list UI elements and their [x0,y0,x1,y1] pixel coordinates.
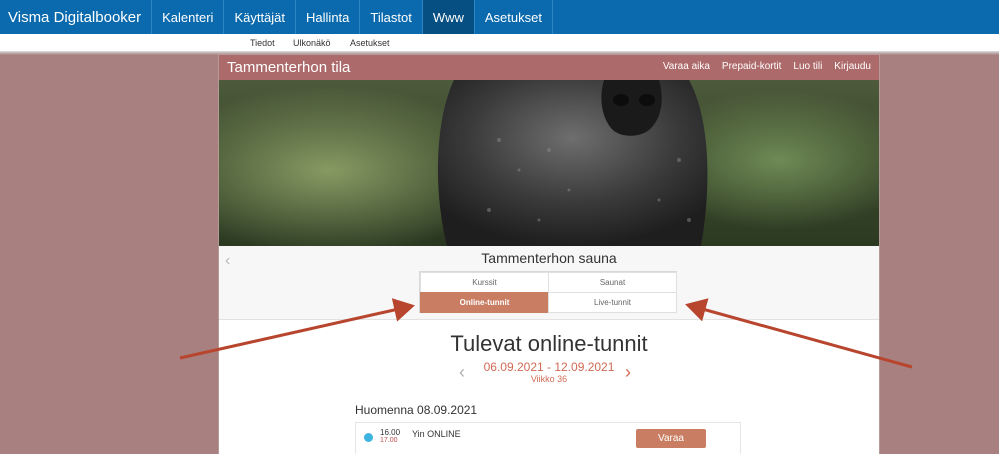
week-date-range: 06.09.2021 - 12.09.2021 [483,360,615,374]
site-preview-frame: Tammenterhon tila Varaa aika Prepaid-kor… [219,55,879,454]
online-dot-icon [364,433,373,442]
slot-end-time: 17.00 [380,437,398,444]
site-links: Varaa aika Prepaid-kortit Luo tili Kirja… [663,61,871,72]
nav-hallinta[interactable]: Hallinta [296,0,361,34]
venue-header: ‹ Tammenterhon sauna Kurssit Saunat Onli… [219,246,879,320]
day-heading: Huomenna 08.09.2021 [355,403,478,417]
nav-kalenteri[interactable]: Kalenteri [152,0,225,34]
nav-asetukset[interactable]: Asetukset [475,0,553,34]
admin-sub-nav: Tiedot Ulkonäkö Asetukset [0,34,999,52]
slot-name: Yin ONLINE [412,429,461,439]
tab-live-tunnit[interactable]: Live-tunnit [548,292,677,313]
slot-start-time: 16.00 [380,428,401,437]
week-number: Viikko 36 [530,374,568,384]
section-title: Tulevat online-tunnit [450,331,648,356]
subnav-asetukset[interactable]: Asetukset [350,38,390,48]
venue-title: Tammenterhon sauna [481,250,617,266]
subnav-tiedot[interactable]: Tiedot [250,38,275,48]
link-varaa-aika[interactable]: Varaa aika [663,61,710,72]
book-button[interactable]: Varaa [636,429,706,448]
tab-kurssit[interactable]: Kurssit [420,272,549,293]
site-header: Tammenterhon tila Varaa aika Prepaid-kor… [219,55,879,80]
hero-image [219,80,879,246]
link-luo-tili[interactable]: Luo tili [793,61,822,72]
link-kirjaudu[interactable]: Kirjaudu [834,61,871,72]
link-prepaid-kortit[interactable]: Prepaid-kortit [722,61,781,72]
chevron-right-icon[interactable]: › [625,362,631,383]
nav-www[interactable]: Www [422,0,475,34]
subnav-ulkonako[interactable]: Ulkonäkö [293,38,331,48]
horse-image [437,80,708,246]
week-navigator: ‹ 06.09.2021 - 12.09.2021 Viikko 36 › [219,360,879,390]
category-tabs: Kurssit Saunat Online-tunnit Live-tunnit [419,271,677,313]
nav-tilastot[interactable]: Tilastot [360,0,423,34]
app-brand[interactable]: Visma Digitalbooker [0,0,153,34]
nav-kayttajat[interactable]: Käyttäjät [224,0,297,34]
admin-top-nav: Visma Digitalbooker Kalenteri Käyttäjät … [0,0,999,34]
tab-online-tunnit[interactable]: Online-tunnit [420,292,549,313]
site-title: Tammenterhon tila [227,59,351,76]
list-item: 16.00 17.00 Yin ONLINE Varaa [355,422,741,454]
tab-saunat[interactable]: Saunat [548,272,677,293]
